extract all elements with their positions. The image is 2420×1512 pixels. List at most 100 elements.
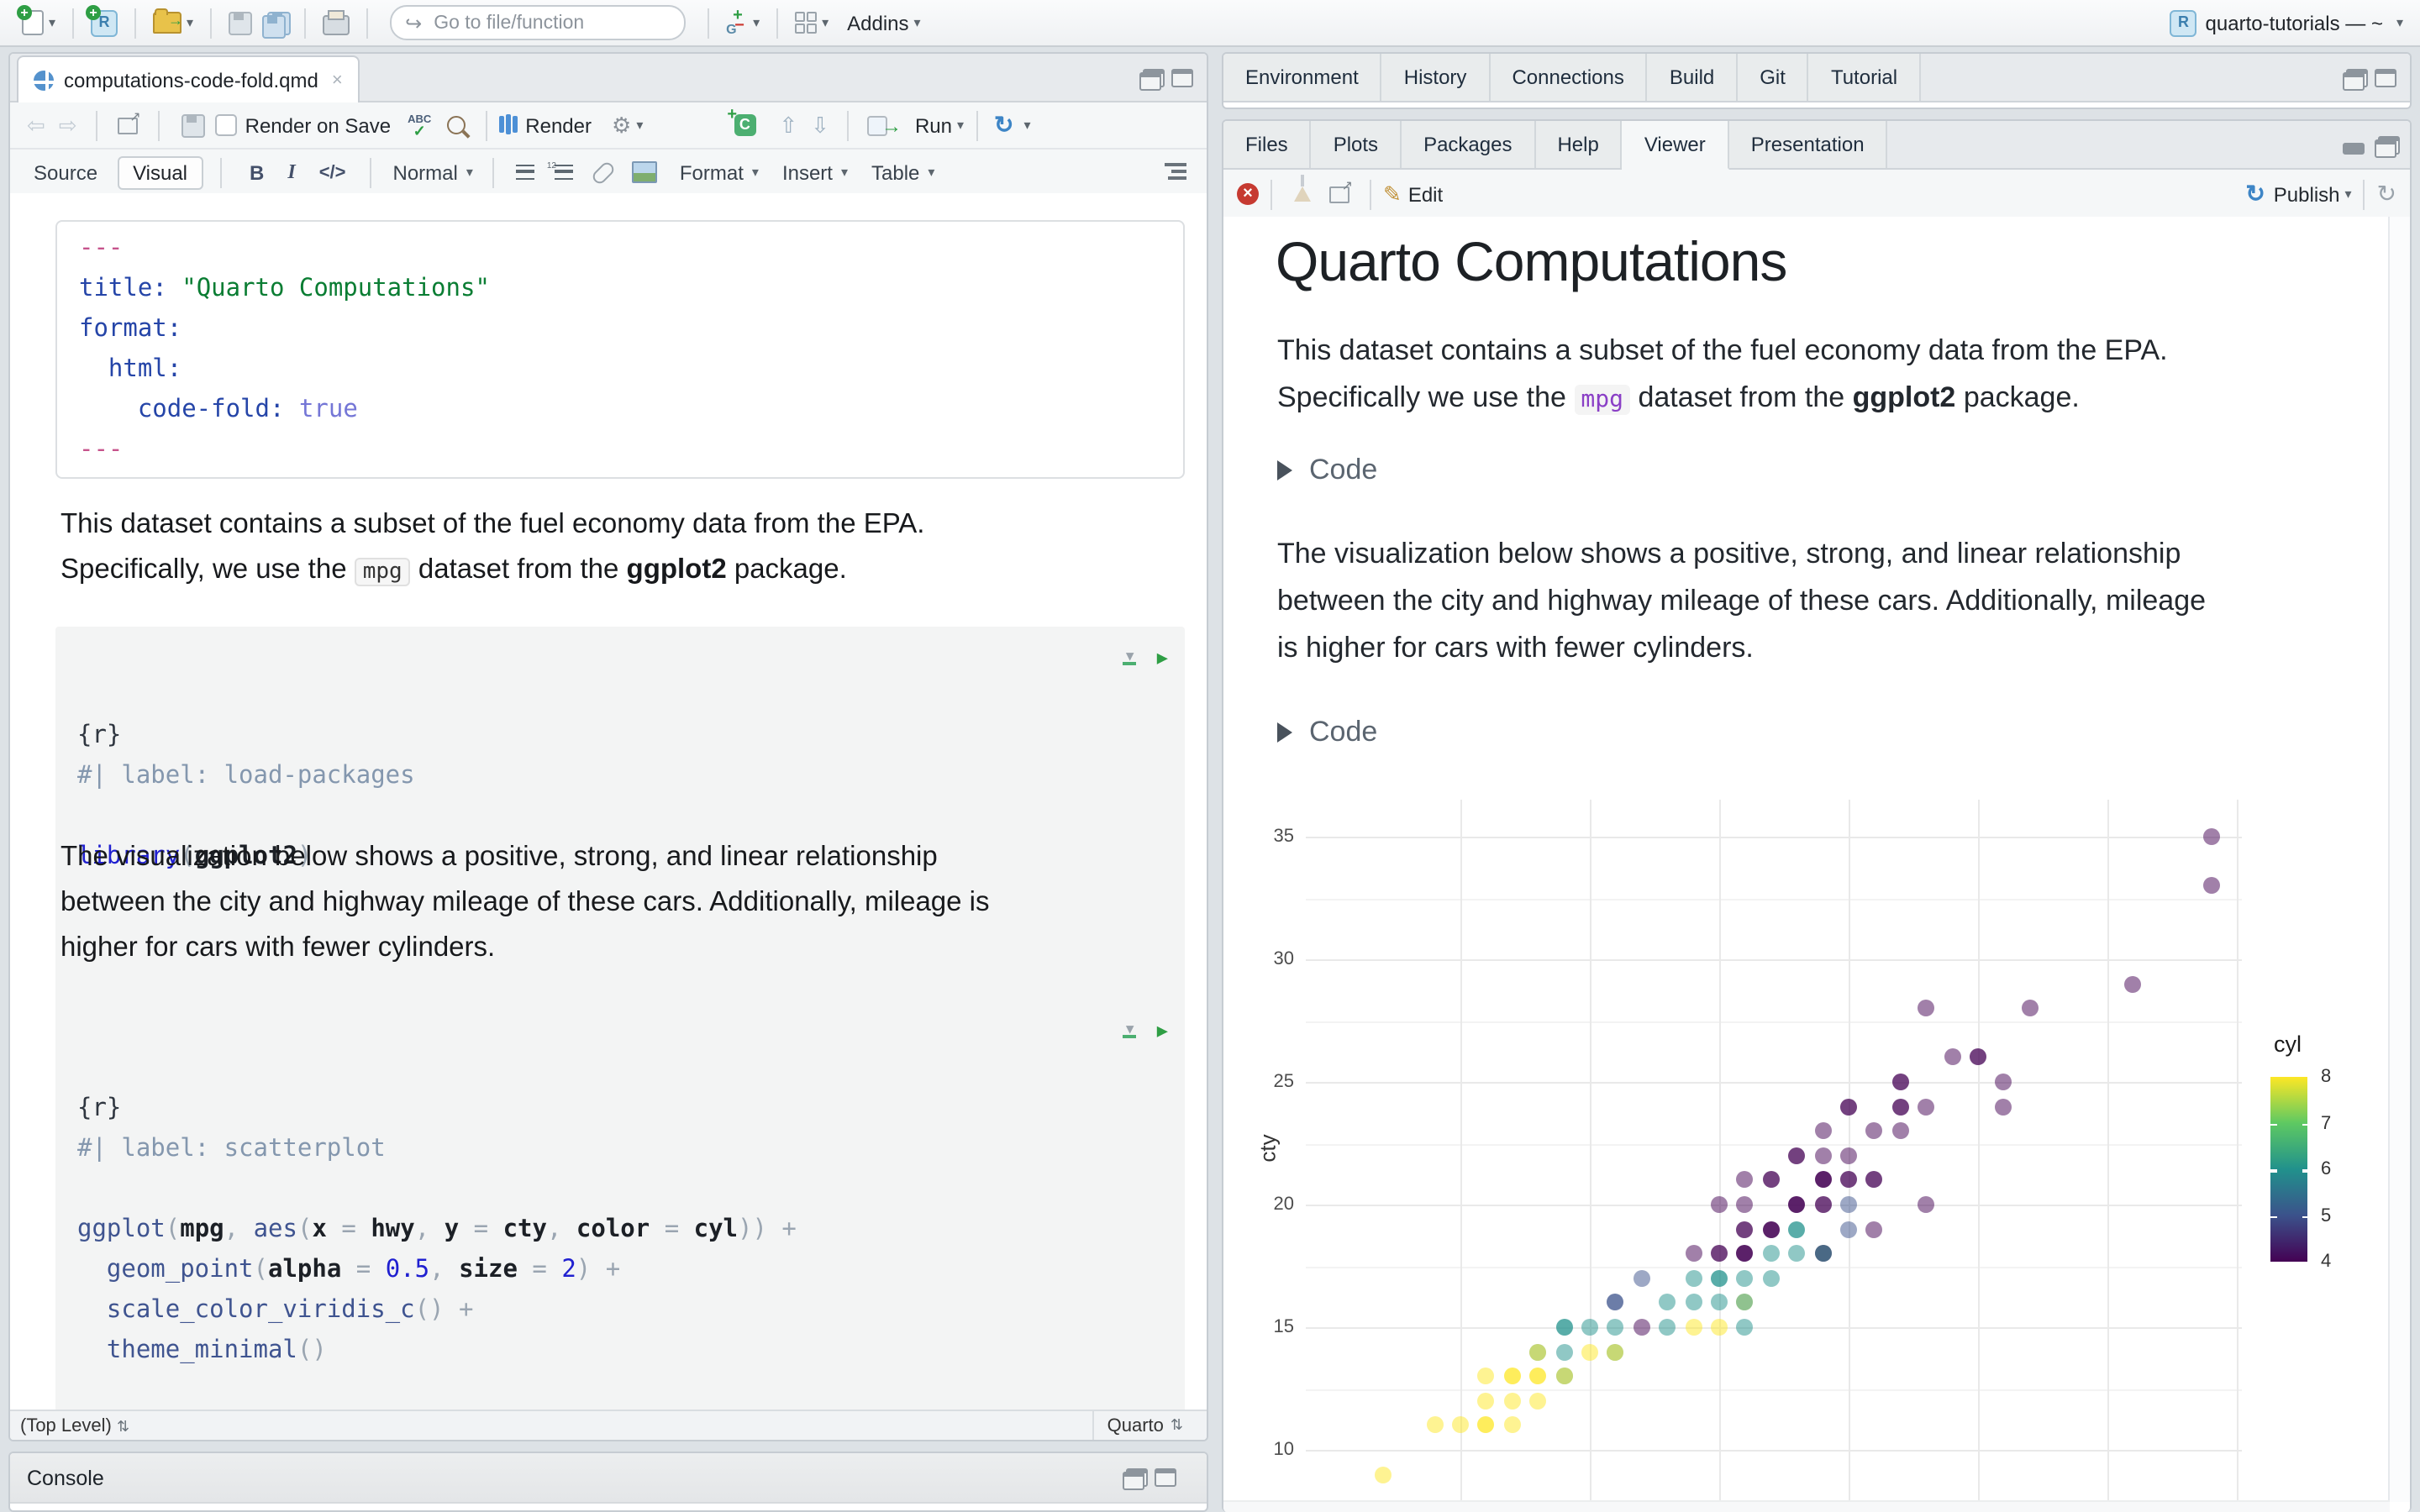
render-button[interactable]: Render	[525, 113, 592, 137]
bold-button[interactable]: B	[250, 160, 264, 184]
refresh-icon[interactable]: ↻	[2377, 180, 2396, 208]
data-point	[1762, 1269, 1780, 1287]
pane-layout-button[interactable]: ▾	[795, 4, 829, 41]
run-chunks-above-icon[interactable]: ▼	[1123, 1022, 1137, 1039]
viewer-scrollbar[interactable]	[2388, 217, 2410, 1502]
code-fold-toggle[interactable]: Code	[1277, 716, 1377, 749]
tab-packages[interactable]: Packages	[1402, 121, 1536, 168]
yaml-block[interactable]: --- title: "Quarto Computations" format: h…	[55, 220, 1185, 479]
open-file-button[interactable]: ▾	[153, 4, 193, 41]
goto-file-search[interactable]: ↪	[390, 5, 687, 40]
data-point	[1607, 1294, 1624, 1311]
data-point	[1814, 1245, 1832, 1263]
code-chunk-scatterplot[interactable]: {r} #| label: scatterplot ggplot(mpg, aes…	[55, 1000, 1185, 1410]
tab-files[interactable]: Files	[1223, 121, 1312, 168]
tab-plots[interactable]: Plots	[1311, 121, 1402, 168]
tab-connections[interactable]: Connections	[1490, 54, 1648, 101]
open-folder-icon	[153, 8, 183, 34]
close-tab-icon[interactable]: ×	[332, 70, 343, 90]
render-on-save-checkbox[interactable]	[214, 114, 237, 136]
goto-file-input[interactable]	[430, 11, 671, 34]
gear-icon[interactable]: ⚙	[612, 112, 631, 139]
table-menu[interactable]: Table	[871, 160, 919, 184]
tab-viewer[interactable]: Viewer	[1622, 121, 1729, 170]
new-project-button[interactable]: R +	[86, 4, 118, 41]
numbered-list-icon[interactable]	[547, 163, 574, 180]
forward-icon[interactable]: ⇨	[59, 112, 77, 139]
editor-tab-computations-code-fold[interactable]: computations-code-fold.qmd ×	[17, 55, 360, 102]
run-chunks-above-icon[interactable]: ▼	[1123, 649, 1137, 666]
clear-viewer-icon[interactable]	[1294, 175, 1311, 202]
restore-pane-icon[interactable]	[2375, 135, 2400, 157]
visual-mode-button[interactable]: Visual	[118, 155, 203, 189]
source-mode-button[interactable]: Source	[34, 160, 97, 184]
maximize-pane-icon[interactable]	[2375, 68, 2396, 87]
publish-button[interactable]: Publish	[2274, 182, 2340, 206]
legend-tick-label: 5	[2321, 1205, 2332, 1226]
tab-help[interactable]: Help	[1535, 121, 1623, 168]
restore-pane-icon[interactable]	[1139, 68, 1165, 90]
minor-gridline	[1306, 1266, 2242, 1268]
data-point	[1607, 1343, 1624, 1361]
italic-button[interactable]: I	[287, 160, 295, 185]
save-button[interactable]	[229, 4, 253, 41]
addins-menu[interactable]: Addins ▾	[847, 4, 920, 41]
y-tick-label: 15	[1273, 1317, 1295, 1337]
find-icon[interactable]	[446, 116, 466, 134]
edit-button[interactable]: Edit	[1408, 182, 1443, 206]
maximize-pane-icon[interactable]	[1155, 1468, 1176, 1487]
tab-build[interactable]: Build	[1647, 54, 1739, 101]
legend-tick	[2302, 1169, 2307, 1173]
bullet-list-icon[interactable]	[516, 165, 535, 180]
run-next-icon[interactable]: ⇩	[811, 112, 829, 139]
run-previous-icon[interactable]: ⇧	[779, 112, 797, 139]
restore-pane-icon[interactable]	[2343, 68, 2368, 90]
source-icon[interactable]: ↻	[994, 111, 1013, 139]
paragraph-style-select[interactable]: Normal	[393, 160, 458, 184]
code-button[interactable]: </>	[319, 162, 346, 182]
console-header[interactable]: Console	[10, 1453, 1207, 1504]
popout-editor-icon[interactable]	[117, 108, 141, 134]
tab-history[interactable]: History	[1381, 54, 1491, 101]
image-icon[interactable]	[632, 161, 658, 183]
spellcheck-icon[interactable]: ABC ✓	[408, 114, 431, 139]
scope-selector[interactable]: (Top Level) ⇅	[20, 1415, 129, 1436]
rendered-document[interactable]: Quarto Computations This dataset contain…	[1223, 217, 2410, 1512]
tab-tutorial[interactable]: Tutorial	[1808, 54, 1922, 101]
tab-git[interactable]: Git	[1738, 54, 1809, 101]
format-menu[interactable]: Format	[680, 160, 744, 184]
save-all-button[interactable]	[262, 4, 292, 41]
editor-paragraph[interactable]: This dataset contains a subset of the fu…	[60, 502, 1170, 595]
back-icon[interactable]: ⇦	[27, 112, 45, 139]
data-point	[1477, 1416, 1495, 1434]
save-doc-icon[interactable]	[181, 113, 205, 137]
insert-menu[interactable]: Insert	[782, 160, 833, 184]
data-point	[1918, 1098, 1935, 1116]
run-chunk-icon[interactable]: ▶	[1157, 1011, 1168, 1052]
tab-environment[interactable]: Environment	[1223, 54, 1382, 101]
minimize-pane-icon[interactable]	[2343, 142, 2365, 154]
run-chunk-icon[interactable]: ▶	[1157, 638, 1168, 679]
stop-icon[interactable]: ×	[1237, 183, 1259, 205]
editor-content[interactable]: --- title: "Quarto Computations" format: h…	[10, 193, 1207, 1410]
doc-type-selector[interactable]: Quarto ⇅	[1092, 1411, 1197, 1440]
link-icon[interactable]	[591, 159, 618, 186]
maximize-pane-icon[interactable]	[1171, 68, 1193, 87]
data-point	[1659, 1294, 1676, 1311]
data-point	[1762, 1221, 1780, 1238]
open-in-browser-icon[interactable]	[1329, 177, 1353, 202]
insert-chunk-button[interactable]: C	[727, 104, 756, 136]
print-button[interactable]	[323, 4, 350, 41]
version-control-button[interactable]: + − G ▾	[726, 4, 760, 41]
code-fold-toggle[interactable]: Code	[1277, 454, 1377, 487]
new-file-button[interactable]: + ▾	[17, 4, 55, 41]
data-point	[1865, 1221, 1883, 1238]
editor-paragraph[interactable]: The visualization below shows a positive…	[60, 835, 1170, 971]
project-menu[interactable]: R quarto-tutorials — ~ ▾	[2170, 9, 2403, 36]
run-button[interactable]: Run	[915, 113, 952, 137]
data-point	[1944, 1048, 1961, 1066]
data-point	[1555, 1319, 1573, 1336]
outline-toggle-icon[interactable]	[1165, 163, 1186, 181]
restore-pane-icon[interactable]	[1123, 1468, 1148, 1490]
tab-presentation[interactable]: Presentation	[1728, 121, 1888, 168]
